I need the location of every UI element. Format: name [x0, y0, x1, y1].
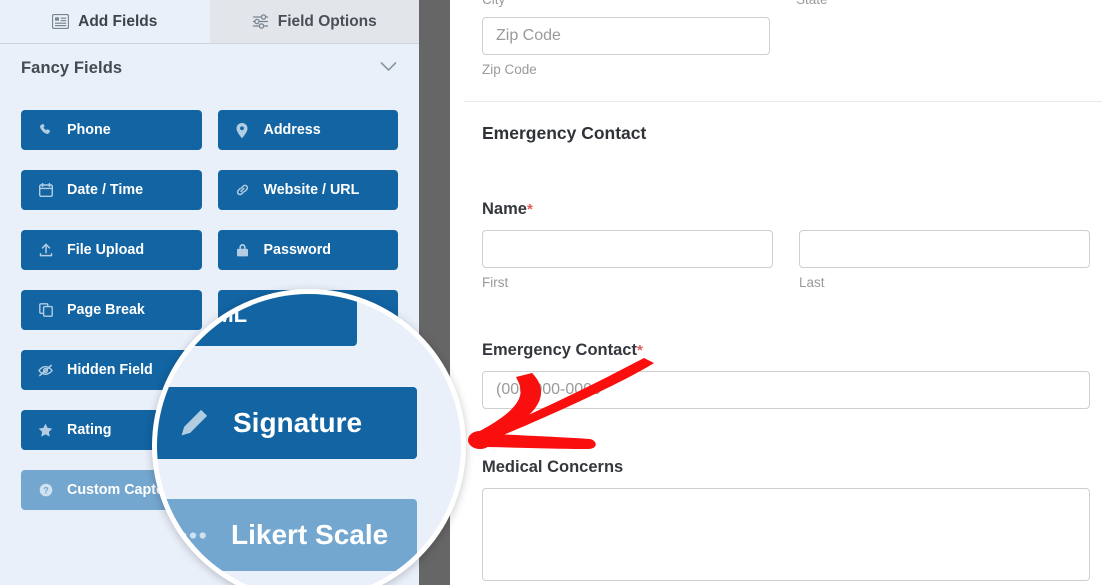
zip-code-field: Zip Code Zip Code [482, 17, 770, 77]
star-icon [37, 423, 54, 437]
first-name-sublabel: First [482, 275, 509, 290]
address-city-state-row: City State [482, 0, 1084, 7]
emergency-contact-phone-input[interactable]: (000)000-0000 [482, 371, 1090, 409]
field-button-label: Password [263, 242, 332, 258]
tab-field-options-label: Field Options [277, 12, 377, 30]
question-circle-icon: ? [37, 483, 54, 497]
field-button-label: Date / Time [67, 182, 144, 198]
phone-icon [37, 123, 54, 137]
form-builder-screen: Add Fields Field Options Fancy Fields Ph… [0, 0, 1116, 585]
zip-code-sublabel: Zip Code [482, 62, 537, 77]
link-icon [234, 183, 251, 197]
map-pin-icon [234, 122, 251, 138]
required-asterisk: * [526, 201, 533, 218]
magnified-html-button[interactable]: HTML [157, 294, 357, 346]
calendar-icon [37, 183, 54, 197]
field-button-file-upload[interactable]: File Upload [21, 230, 202, 270]
medical-concerns-textarea[interactable] [482, 488, 1090, 581]
name-field-label: Name* [482, 200, 1090, 219]
field-button-website-url[interactable]: Website / URL [217, 170, 398, 210]
magnified-label: Likert Scale [231, 519, 389, 550]
section-divider [464, 101, 1102, 102]
magnified-likert-scale-button[interactable]: Likert Scale [157, 499, 417, 571]
field-button-label: Page Break [67, 302, 145, 318]
tab-add-fields-label: Add Fields [78, 12, 158, 30]
state-field: State [796, 0, 1084, 7]
section-title-emergency-contact: Emergency Contact [482, 123, 647, 143]
pencil-icon [179, 408, 209, 438]
page-break-icon [37, 303, 54, 317]
field-button-label: File Upload [67, 242, 145, 258]
form-list-icon [52, 14, 70, 29]
first-name-field: First [482, 230, 773, 290]
medical-concerns-field-label: Medical Concerns [482, 458, 624, 476]
sliders-icon [252, 14, 269, 29]
lock-icon [234, 243, 251, 257]
field-button-password[interactable]: Password [217, 230, 398, 270]
last-name-input[interactable] [799, 230, 1090, 268]
field-button-label: Hidden Field [67, 362, 153, 378]
field-button-label: Rating [67, 422, 112, 438]
magnified-label: Signature [233, 407, 363, 438]
last-name-field: Last [799, 230, 1090, 290]
eye-slash-icon [37, 364, 54, 377]
field-button-address[interactable]: Address [217, 110, 398, 150]
tab-field-options[interactable]: Field Options [209, 0, 419, 44]
sidebar-tabbar: Add Fields Field Options [0, 0, 419, 44]
upload-icon [37, 243, 54, 257]
magnified-signature-button[interactable]: Signature [157, 387, 417, 459]
field-button-label: Website / URL [263, 182, 360, 198]
field-button-label: Address [263, 122, 321, 138]
form-preview-pane: City State Zip Code Zip Code Emergency C… [450, 0, 1116, 585]
last-name-sublabel: Last [799, 275, 825, 290]
field-button-label: Phone [67, 122, 111, 138]
svg-text:?: ? [43, 485, 49, 495]
name-inputs-row: First Last [482, 230, 1090, 290]
tab-add-fields[interactable]: Add Fields [0, 0, 210, 44]
emergency-contact-label-text: Emergency Contact [482, 341, 637, 359]
chevron-down-icon[interactable] [380, 59, 397, 77]
name-label-text: Name [482, 200, 527, 218]
city-field: City [482, 0, 770, 7]
fancy-fields-group-header[interactable]: Fancy Fields [0, 44, 419, 92]
magnified-label: HTML [186, 302, 248, 327]
first-name-input[interactable] [482, 230, 773, 268]
state-sublabel: State [796, 0, 1084, 7]
magnifier-lens: HTML Signature Likert Scale [152, 289, 466, 585]
city-sublabel: City [482, 0, 770, 7]
fancy-fields-title: Fancy Fields [21, 58, 123, 77]
address-zip-row: Zip Code Zip Code [482, 17, 1084, 77]
state-input-spacer [796, 17, 1084, 77]
emergency-contact-field-label: Emergency Contact* [482, 341, 1090, 360]
dots-icon [179, 530, 207, 541]
field-button-phone[interactable]: Phone [21, 110, 202, 150]
zip-code-input[interactable]: Zip Code [482, 17, 770, 55]
required-asterisk: * [636, 342, 643, 359]
field-button-date-time[interactable]: Date / Time [21, 170, 202, 210]
